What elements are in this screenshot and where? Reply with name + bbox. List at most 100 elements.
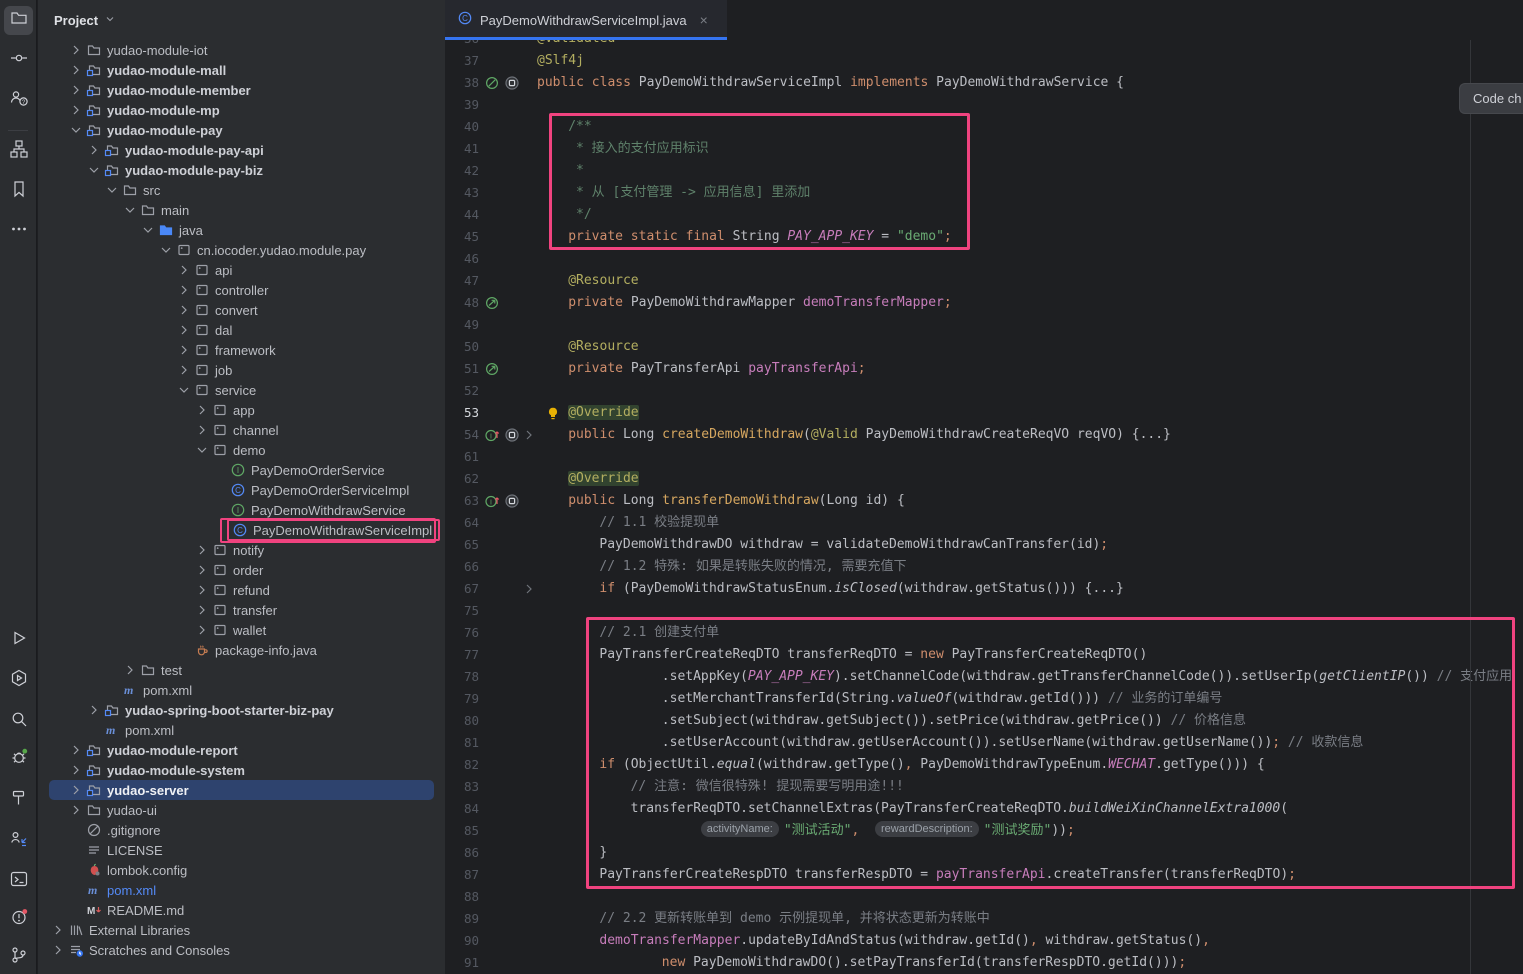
wire-gutter-icon[interactable]	[484, 295, 500, 311]
line-number[interactable]: 84	[445, 798, 479, 820]
tree-item-yudao-module-report[interactable]: yudao-module-report	[38, 740, 445, 760]
code-line-76[interactable]: 76// 2.1 创建支付单	[445, 622, 1523, 644]
chevron-right-icon[interactable]	[175, 342, 193, 358]
chevron-right-icon[interactable]	[67, 782, 85, 798]
line-number[interactable]: 80	[445, 710, 479, 732]
line-number[interactable]: 52	[445, 380, 479, 402]
code-line-41[interactable]: 41 * 接入的支付应用标识	[445, 138, 1523, 160]
chevron-right-icon[interactable]	[193, 562, 211, 578]
code-line-40[interactable]: 40/**	[445, 116, 1523, 138]
line-number[interactable]: 51	[445, 358, 479, 380]
more-button[interactable]	[4, 217, 33, 246]
tree-item-yudao-module-member[interactable]: yudao-module-member	[38, 80, 445, 100]
tree-item-pom-xml[interactable]: mpom.xml	[38, 680, 445, 700]
tree-item-notify[interactable]: notify	[38, 540, 445, 560]
line-number[interactable]: 75	[445, 600, 479, 622]
bean-gutter-icon[interactable]	[484, 75, 500, 91]
chevron-right-icon[interactable]	[67, 762, 85, 778]
tree-item-api[interactable]: api	[38, 260, 445, 280]
chevron-right-icon[interactable]	[175, 362, 193, 378]
tree-item-service[interactable]: service	[38, 380, 445, 400]
chevron-right-icon[interactable]	[67, 102, 85, 118]
code-line-44[interactable]: 44 */	[445, 204, 1523, 226]
code-line-49[interactable]: 49	[445, 314, 1523, 336]
line-number[interactable]: 87	[445, 864, 479, 886]
wire-gutter-icon[interactable]	[484, 361, 500, 377]
chevron-right-icon[interactable]	[193, 582, 211, 598]
code-line-89[interactable]: 89// 2.2 更新转账单到 demo 示例提现单, 并将状态更新为转账中	[445, 908, 1523, 930]
chevron-right-icon[interactable]	[175, 302, 193, 318]
code-line-77[interactable]: 77PayTransferCreateReqDTO transferReqDTO…	[445, 644, 1523, 666]
tree-item-lombok-config[interactable]: lombok.config	[38, 860, 445, 880]
tree-item-license[interactable]: LICENSE	[38, 840, 445, 860]
code-line-81[interactable]: 81.setUserAccount(withdraw.getUserAccoun…	[445, 732, 1523, 754]
chevron-right-icon[interactable]	[67, 42, 85, 58]
problems-button[interactable]	[4, 905, 33, 934]
line-number[interactable]: 39	[445, 94, 479, 116]
chevron-right-icon[interactable]	[175, 262, 193, 278]
chevron-right-icon[interactable]	[121, 662, 139, 678]
tree-item-src[interactable]: src	[38, 180, 445, 200]
bulb-gutter-icon[interactable]	[545, 405, 561, 421]
line-number[interactable]: 65	[445, 534, 479, 556]
commit-button[interactable]	[4, 46, 33, 75]
line-number[interactable]: 76	[445, 622, 479, 644]
chevron-right-icon[interactable]	[175, 322, 193, 338]
code-line-51[interactable]: 51private PayTransferApi payTransferApi;	[445, 358, 1523, 380]
tree-item-framework[interactable]: framework	[38, 340, 445, 360]
tree-item-pom-xml[interactable]: mpom.xml	[38, 880, 445, 900]
project-folder-button[interactable]	[4, 6, 33, 35]
chevron-down-icon[interactable]	[157, 242, 175, 258]
tree-item-convert[interactable]: convert	[38, 300, 445, 320]
code-line-87[interactable]: 87PayTransferCreateRespDTO transferRespD…	[445, 864, 1523, 886]
line-number[interactable]: 79	[445, 688, 479, 710]
line-number[interactable]: 53	[445, 402, 479, 424]
line-number[interactable]: 82	[445, 754, 479, 776]
line-number[interactable]: 81	[445, 732, 479, 754]
chevron-right-icon[interactable]	[193, 402, 211, 418]
chevron-right-icon[interactable]	[175, 282, 193, 298]
code-line-63[interactable]: 63Ipublic Long transferDemoWithdraw(Long…	[445, 490, 1523, 512]
line-number[interactable]: 85	[445, 820, 479, 842]
code-line-38[interactable]: 38public class PayDemoWithdrawServiceImp…	[445, 72, 1523, 94]
code-line-84[interactable]: 84transferReqDTO.setChannelExtras(PayTra…	[445, 798, 1523, 820]
tree-item-paydemowithdrawservice[interactable]: IPayDemoWithdrawService	[38, 500, 445, 520]
line-number[interactable]: 49	[445, 314, 479, 336]
code-line-46[interactable]: 46	[445, 248, 1523, 270]
line-number[interactable]: 38	[445, 72, 479, 94]
tree-item-paydemoorderservice[interactable]: IPayDemoOrderService	[38, 460, 445, 480]
line-number[interactable]: 89	[445, 908, 479, 930]
tab-paydemowithdrawserviceimpl[interactable]: C PayDemoWithdrawServiceImpl.java ×	[445, 0, 727, 40]
code-line-78[interactable]: 78.setAppKey(PAY_APP_KEY).setChannelCode…	[445, 666, 1523, 688]
chevron-right-icon[interactable]	[85, 142, 103, 158]
git-branch-button[interactable]	[4, 943, 33, 972]
code-check-button[interactable]: Code ch	[1459, 83, 1523, 114]
code-line-79[interactable]: 79.setMerchantTransferId(String.valueOf(…	[445, 688, 1523, 710]
tree-item-refund[interactable]: refund	[38, 580, 445, 600]
tree-item-java[interactable]: java	[38, 220, 445, 240]
requests-button[interactable]	[4, 827, 33, 856]
chevron-down-icon[interactable]	[85, 162, 103, 178]
chevron-right-icon[interactable]	[193, 602, 211, 618]
tree-item-yudao-spring-boot-starter-biz-pay[interactable]: yudao-spring-boot-starter-biz-pay	[38, 700, 445, 720]
code-line-45[interactable]: 45private static final String PAY_APP_KE…	[445, 226, 1523, 248]
code-line-67[interactable]: 67if (PayDemoWithdrawStatusEnum.isClosed…	[445, 578, 1523, 600]
chevron-right-icon[interactable]	[67, 82, 85, 98]
run-button[interactable]	[4, 626, 33, 655]
line-number[interactable]: 42	[445, 160, 479, 182]
code-line-62[interactable]: 62@Override	[445, 468, 1523, 490]
code-line-37[interactable]: 37@Slf4j	[445, 50, 1523, 72]
code-line-42[interactable]: 42 *	[445, 160, 1523, 182]
chevron-right-icon[interactable]	[67, 802, 85, 818]
tree-item-yudao-server[interactable]: yudao-server	[38, 780, 445, 800]
tree-item-scratches-and-consoles[interactable]: Scratches and Consoles	[38, 940, 445, 960]
code-line-90[interactable]: 90demoTransferMapper.updateByIdAndStatus…	[445, 930, 1523, 952]
line-number[interactable]: 47	[445, 270, 479, 292]
tree-item-job[interactable]: job	[38, 360, 445, 380]
code-line-50[interactable]: 50@Resource	[445, 336, 1523, 358]
code-line-64[interactable]: 64// 1.1 校验提现单	[445, 512, 1523, 534]
line-number[interactable]: 48	[445, 292, 479, 314]
code-line-85[interactable]: 85activityName:"测试活动", rewardDescription…	[445, 820, 1523, 842]
people-help-button[interactable]: ?	[4, 86, 33, 115]
code-line-91[interactable]: 91new PayDemoWithdrawDO().setPayTransfer…	[445, 952, 1523, 974]
